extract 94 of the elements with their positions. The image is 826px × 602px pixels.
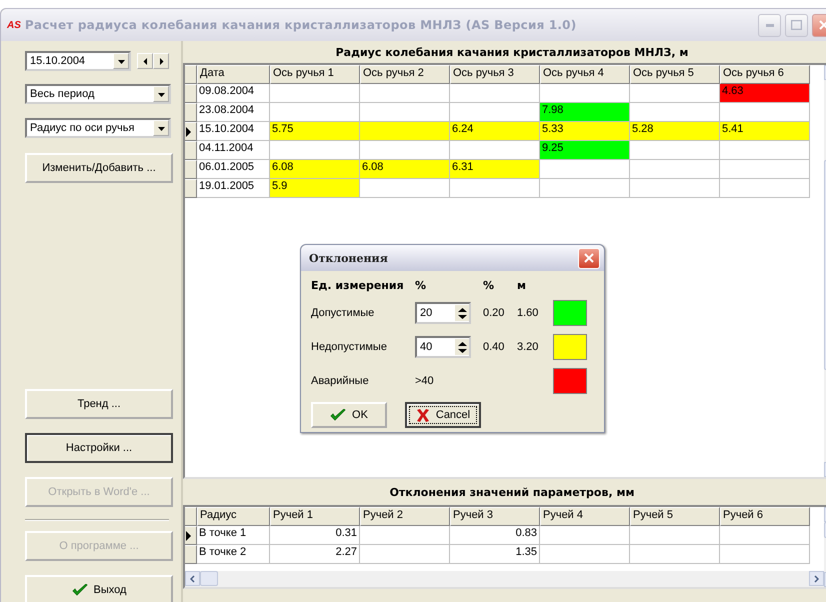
table-cell: 7.98 bbox=[540, 103, 630, 122]
table-cell: 6.24 bbox=[450, 122, 540, 141]
next-button[interactable] bbox=[153, 53, 169, 69]
column-header: м bbox=[517, 279, 527, 292]
table-cell: 0.31 bbox=[270, 526, 360, 545]
date-select[interactable]: 15.10.2004 bbox=[25, 51, 131, 71]
column-header: % bbox=[483, 279, 496, 292]
table-cell: 2.27 bbox=[270, 545, 360, 564]
cancel-button[interactable]: Cancel bbox=[405, 402, 481, 428]
table-cell: 5.28 bbox=[630, 122, 720, 141]
scroll-right-button[interactable] bbox=[809, 571, 824, 586]
row-pointer-icon bbox=[185, 530, 192, 540]
row-selector[interactable] bbox=[185, 122, 197, 141]
table-cell: В точке 2 bbox=[197, 545, 270, 564]
minimize-icon bbox=[766, 24, 774, 26]
percent-value: 0.20 bbox=[483, 307, 506, 319]
ok-button[interactable]: OK bbox=[311, 402, 387, 428]
color-swatch[interactable] bbox=[553, 368, 587, 394]
column-header: % bbox=[415, 279, 428, 292]
column-header[interactable]: Ось ручья 3 bbox=[450, 65, 540, 84]
color-swatch[interactable] bbox=[553, 334, 587, 360]
caret-right-icon bbox=[158, 58, 164, 64]
caret-down-icon bbox=[158, 90, 164, 98]
table-cell: 6.08 bbox=[270, 160, 360, 179]
color-swatch[interactable] bbox=[553, 300, 587, 326]
app-logo: AS bbox=[7, 20, 21, 30]
check-icon bbox=[330, 408, 346, 422]
exit-button[interactable]: Выход bbox=[25, 575, 173, 602]
table-cell: 5.41 bbox=[720, 122, 810, 141]
table-cell: 5.75 bbox=[270, 122, 360, 141]
meter-value: 3.20 bbox=[517, 341, 540, 353]
window-title: Расчет радиуса колебания качания кристаллизаторов МНЛЗ (AS Версия 1.0) bbox=[24, 18, 578, 32]
column-header[interactable]: Ось ручья 1 bbox=[270, 65, 360, 84]
row-selector[interactable] bbox=[185, 526, 197, 545]
table-cell: 4.63 bbox=[720, 84, 810, 103]
action-button[interactable]: Настройки ... bbox=[25, 433, 173, 463]
number-field[interactable]: 40 bbox=[415, 336, 471, 358]
column-header[interactable]: Ручей 1 bbox=[270, 507, 360, 526]
spin-arrows-icon bbox=[458, 308, 466, 318]
row-label: Допустимые bbox=[311, 307, 376, 319]
close-icon bbox=[818, 20, 826, 30]
column-header[interactable]: Дата bbox=[197, 65, 270, 84]
maximize-icon bbox=[791, 20, 802, 30]
period-select[interactable]: Весь период bbox=[25, 84, 171, 104]
table-title: Отклонения значений параметров, мм bbox=[388, 484, 636, 500]
chevron-right-icon bbox=[814, 574, 819, 582]
action-button[interactable]: Тренд ... bbox=[25, 389, 173, 419]
column-header[interactable]: Ручей 6 bbox=[720, 507, 810, 526]
percent-value: 0.40 bbox=[483, 341, 506, 353]
table-cell: 6.08 bbox=[360, 160, 450, 179]
row-label: Недопустимые bbox=[311, 341, 388, 353]
dropdown-button[interactable] bbox=[153, 86, 169, 102]
caret-down-icon bbox=[158, 124, 164, 132]
spin-arrows-icon bbox=[458, 342, 466, 352]
scrollbar-thumb[interactable] bbox=[200, 571, 218, 586]
limit-value: >40 bbox=[415, 375, 435, 387]
caret-left-icon bbox=[142, 58, 148, 64]
number-field[interactable]: 20 bbox=[415, 302, 471, 324]
table-cell: 23.08.2004 bbox=[197, 103, 270, 122]
table-title: Радиус колебания качания кристаллизаторов МНЛЗ, м bbox=[334, 44, 690, 60]
table-cell: 5.33 bbox=[540, 122, 630, 141]
chevron-left-icon bbox=[190, 574, 195, 582]
table-cell: 1.35 bbox=[450, 545, 540, 564]
table-cell: 04.11.2004 bbox=[197, 141, 270, 160]
column-header[interactable]: Ось ручья 5 bbox=[630, 65, 720, 84]
table-cell: 5.9 bbox=[270, 179, 360, 198]
table-cell: 0.83 bbox=[450, 526, 540, 545]
column-header[interactable]: Ручей 3 bbox=[450, 507, 540, 526]
column-header[interactable]: Ручей 4 bbox=[540, 507, 630, 526]
column-header: Ед. измерения bbox=[311, 279, 405, 292]
column-header[interactable]: Ось ручья 2 bbox=[360, 65, 450, 84]
row-label: Аварийные bbox=[311, 375, 370, 387]
column-header[interactable]: Ручей 5 bbox=[630, 507, 720, 526]
column-header[interactable]: Ось ручья 4 bbox=[540, 65, 630, 84]
cross-icon bbox=[416, 408, 430, 422]
dropdown-button[interactable] bbox=[153, 120, 169, 136]
column-header[interactable]: Ручей 2 bbox=[360, 507, 450, 526]
scroll-left-button[interactable] bbox=[185, 571, 200, 586]
column-header[interactable]: Ось ручья 6 bbox=[720, 65, 810, 84]
table-cell: 09.08.2004 bbox=[197, 84, 270, 103]
close-icon bbox=[584, 253, 594, 263]
dropdown-button[interactable] bbox=[113, 53, 129, 69]
mode-select[interactable]: Радиус по оси ручья bbox=[25, 118, 171, 138]
meter-value: 1.60 bbox=[517, 307, 540, 319]
table-cell: В точке 1 bbox=[197, 526, 270, 545]
previous-button[interactable] bbox=[137, 53, 153, 69]
column-header[interactable]: Радиус bbox=[197, 507, 270, 526]
caret-down-icon bbox=[118, 58, 124, 64]
check-icon bbox=[72, 584, 88, 596]
table-cell: 6.31 bbox=[450, 160, 540, 179]
table-cell: 9.25 bbox=[540, 141, 630, 160]
row-pointer-icon bbox=[185, 126, 192, 136]
dialog-title: Отклонения bbox=[309, 252, 388, 264]
edit-button[interactable]: Изменить/Добавить ... bbox=[25, 153, 173, 183]
